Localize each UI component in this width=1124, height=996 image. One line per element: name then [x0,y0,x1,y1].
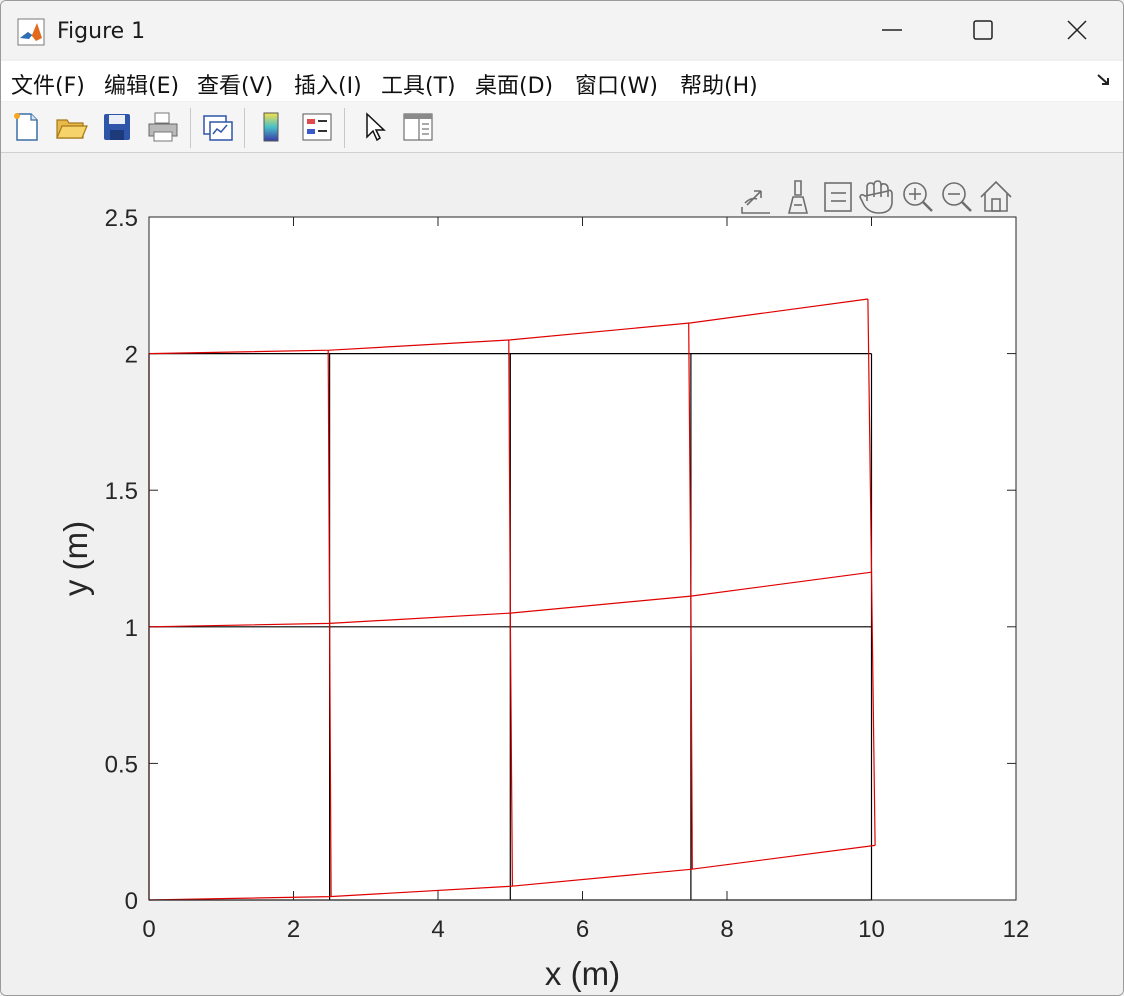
y-tick-label: 2 [125,342,138,369]
menu-file[interactable]: 文件(F) [11,68,85,100]
close-button[interactable] [1031,1,1123,59]
y-tick-label: 2.5 [105,205,138,232]
axes-background[interactable] [149,217,1016,900]
title-bar: Figure 1 [1,1,1123,59]
save-icon[interactable] [100,110,134,144]
menu-window[interactable]: 窗口(W) [575,68,658,100]
y-axis-label: y (m) [57,521,94,596]
new-figure-icon[interactable] [9,110,43,144]
x-tick-label: 0 [142,916,155,943]
figure-toolbar [1,102,1123,153]
toolbar-separator [344,108,345,148]
toolbar-separator [190,108,191,148]
minimize-icon [882,29,902,31]
figure-window: Figure 1 文件(F) 编辑(E) 查看(V) 插入(I) 工具(T) 桌… [0,0,1124,996]
menu-tools[interactable]: 工具(T) [381,68,456,100]
open-file-icon[interactable] [54,110,88,144]
y-tick-label: 0 [125,888,138,915]
export-icon[interactable] [741,190,770,214]
home-icon[interactable] [980,180,1012,212]
pointer-icon[interactable] [358,110,392,144]
colorbar-icon[interactable] [254,110,288,144]
link-plot-icon[interactable] [200,110,234,144]
zoom-out-icon[interactable] [942,182,972,212]
menu-help[interactable]: 帮助(H) [680,68,758,100]
legend-icon[interactable] [300,110,334,144]
zoom-in-icon[interactable] [903,182,933,212]
matlab-logo-icon [17,18,45,46]
x-tick-label: 12 [1003,916,1030,943]
x-tick-label: 10 [858,916,885,943]
window-title: Figure 1 [57,19,146,44]
menu-view[interactable]: 查看(V) [197,68,273,100]
figure-canvas[interactable]: 0 2 4 6 8 10 12 0 0.5 1 1.5 2 2.5 x (m) y (m) [1,153,1123,995]
data-tips-icon[interactable] [824,182,852,212]
y-tick-label: 1.5 [105,478,138,505]
minimize-button[interactable] [846,1,938,59]
toolbar-separator [244,108,245,148]
property-inspector-icon[interactable] [401,110,435,144]
menu-edit[interactable]: 编辑(E) [104,68,179,100]
maximize-icon [973,20,993,40]
print-icon[interactable] [146,110,180,144]
x-tick-label: 2 [287,916,300,943]
brush-icon[interactable] [787,180,809,214]
maximize-button[interactable] [937,1,1029,59]
y-tick-label: 0.5 [105,751,138,778]
axes-toolbar [741,180,1012,214]
menu-bar: 文件(F) 编辑(E) 查看(V) 插入(I) 工具(T) 桌面(D) 窗口(W… [1,61,1123,101]
menu-insert[interactable]: 插入(I) [294,68,362,100]
plot-svg: 0 2 4 6 8 10 12 0 0.5 1 1.5 2 2.5 x (m) y (m) [57,180,1030,992]
x-axis-label: x (m) [545,955,620,992]
x-tick-label: 6 [576,916,589,943]
x-tick-label: 4 [431,916,444,943]
dock-arrow-icon[interactable] [1095,71,1113,89]
x-tick-label: 8 [720,916,733,943]
pan-icon[interactable] [859,180,893,214]
close-icon [1067,20,1087,40]
y-tick-label: 1 [125,615,138,642]
menu-desktop[interactable]: 桌面(D) [475,68,553,100]
